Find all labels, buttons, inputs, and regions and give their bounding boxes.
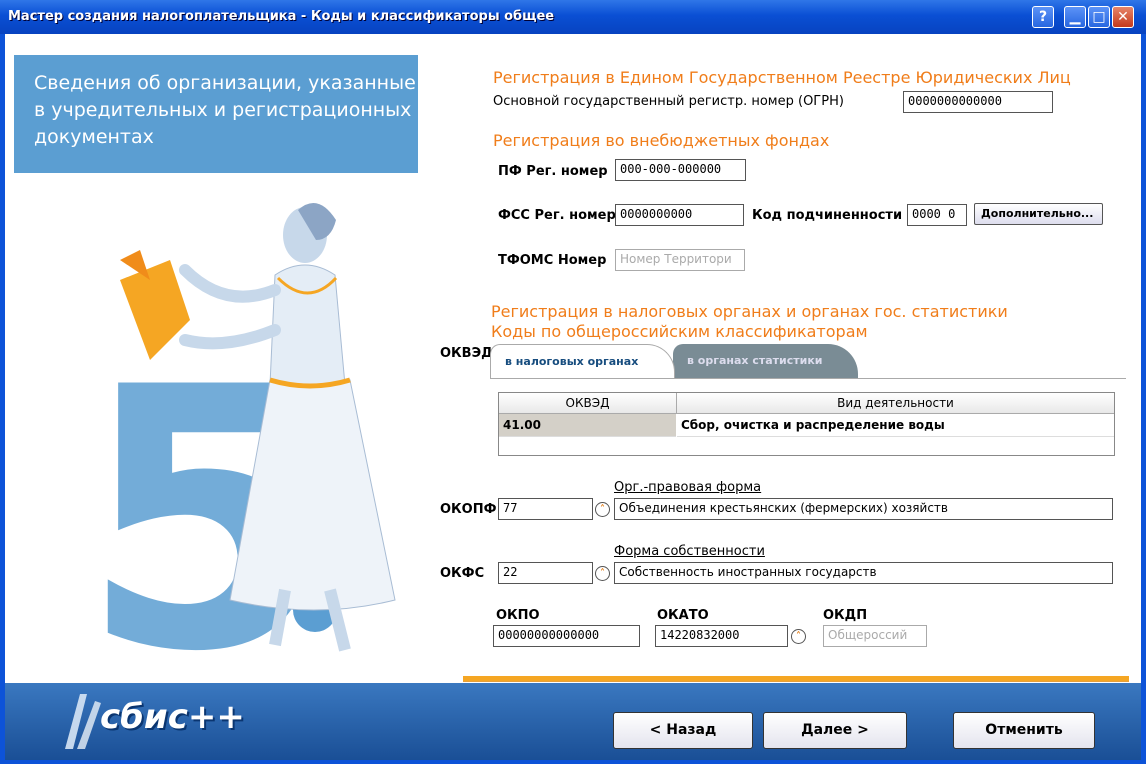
column-header-activity[interactable]: Вид деятельности [677, 393, 1114, 414]
kod-podch-label: Код подчиненности [752, 208, 903, 223]
close-icon[interactable]: ✕ [1112, 6, 1134, 28]
fss-input[interactable]: 0000000000 [615, 204, 744, 226]
okfs-caption: Форма собственности [614, 544, 765, 559]
okopf-chevron-up-icon[interactable]: ˄ [595, 502, 610, 517]
kod-podch-input[interactable]: 0000 0 [907, 204, 967, 226]
pf-input[interactable]: 000-000-000000 [615, 159, 746, 181]
tab-statistics[interactable]: в органах статистики [673, 344, 858, 378]
okfs-code-input[interactable]: 22 [498, 562, 593, 584]
column-header-okved[interactable]: ОКВЭД [499, 393, 677, 414]
okfs-name-input[interactable]: Собственность иностранных государств [614, 562, 1113, 584]
woman-illustration: 5 [80, 202, 396, 660]
ogrn-label: Основной государственный регистр. номер … [493, 94, 844, 109]
window-title: Мастер создания налогоплательщика - Коды… [8, 9, 555, 24]
minimize-icon[interactable]: ▁ [1064, 6, 1086, 28]
maximize-icon[interactable]: □ [1088, 6, 1110, 28]
classifiers-section-title: Коды по общероссийским классификаторам [491, 322, 868, 341]
okato-chevron-up-icon[interactable]: ˄ [791, 629, 806, 644]
okopf-code-input[interactable]: 77 [498, 498, 593, 520]
okdp-input[interactable]: Общероссий [823, 625, 927, 647]
sbis-logo-text: сбис++ [100, 697, 245, 737]
tab-divider [490, 378, 1126, 379]
pf-label: ПФ Рег. номер [498, 164, 608, 179]
section-heading: Сведения об организации, указанные в учр… [34, 72, 416, 148]
back-button[interactable]: < Назад [613, 712, 753, 749]
okato-input[interactable]: 14220832000 [655, 625, 788, 647]
okpo-label: ОКПО [496, 608, 540, 623]
window-frame-left [0, 34, 5, 764]
window-frame-bottom [0, 760, 1146, 764]
okato-label: ОКАТО [657, 608, 709, 623]
cancel-button[interactable]: Отменить [953, 712, 1095, 749]
funds-section-title: Регистрация во внебюджетных фондах [493, 131, 830, 150]
egrul-section-title: Регистрация в Едином Государственном Рее… [493, 68, 1071, 87]
additional-button[interactable]: Дополнительно... [974, 203, 1103, 225]
footer-divider [463, 676, 1129, 682]
okved-label: ОКВЭД [440, 346, 493, 361]
okfs-label: ОКФС [440, 566, 485, 581]
fss-label: ФСС Рег. номер [498, 208, 616, 223]
sbis-logo-icon [65, 694, 101, 749]
tfoms-input[interactable]: Номер Территори [615, 249, 745, 271]
okfs-chevron-up-icon[interactable]: ˄ [595, 566, 610, 581]
okdp-label: ОКДП [823, 608, 868, 623]
title-bar: Мастер создания налогоплательщика - Коды… [0, 0, 1146, 34]
tab-tax[interactable]: в налоговых органах [490, 344, 675, 378]
next-button[interactable]: Далее > [763, 712, 907, 749]
okopf-caption: Орг.-правовая форма [614, 480, 762, 495]
section-heading-panel: Сведения об организации, указанные в учр… [14, 55, 418, 173]
table-cell-code[interactable]: 41.00 [499, 414, 676, 437]
okved-table[interactable]: ОКВЭД Вид деятельности 41.00 Сбор, очист… [498, 392, 1115, 456]
tfoms-label: ТФОМС Номер [498, 253, 607, 268]
okopf-name-input[interactable]: Объединения крестьянских (фермерских) хо… [614, 498, 1113, 520]
okopf-label: ОКОПФ [440, 502, 497, 517]
window-frame-right [1141, 34, 1146, 764]
help-icon[interactable]: ? [1032, 6, 1054, 28]
table-cell-activity[interactable]: Сбор, очистка и распределение воды [677, 414, 1114, 437]
tax-section-title: Регистрация в налоговых органах и органа… [491, 302, 1008, 321]
ogrn-input[interactable]: 0000000000000 [903, 91, 1053, 113]
okpo-input[interactable]: 00000000000000 [493, 625, 640, 647]
